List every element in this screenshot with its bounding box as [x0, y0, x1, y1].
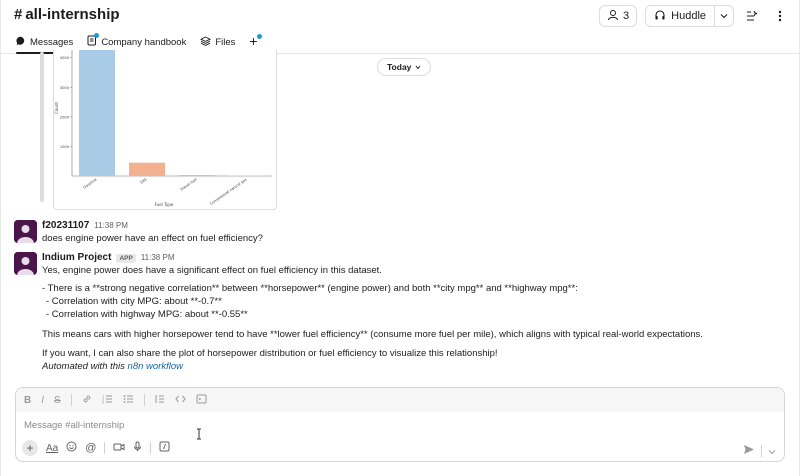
- automation-note: Automated with this n8n workflow: [42, 361, 183, 373]
- chart-y-tick-label: 4000: [60, 56, 70, 60]
- chart-y-label: Count: [54, 102, 59, 114]
- toolbar-divider: [143, 394, 145, 406]
- chart-y-tick-label: 2000: [60, 115, 70, 119]
- chart-x-tick-label: Gasoline: [83, 177, 99, 190]
- canvas-document-icon: [87, 33, 100, 49]
- app-badge: APP: [116, 254, 136, 263]
- svg-text:3: 3: [102, 400, 104, 404]
- person-icon: [607, 9, 619, 24]
- strikethrough-icon[interactable]: S: [54, 395, 61, 406]
- chart-bar: [79, 50, 115, 176]
- message-composer: B I S 123 Message #all-internship + Aa @: [15, 387, 785, 462]
- message-text: does engine power have an effect on fuel…: [42, 233, 263, 244]
- members-button[interactable]: 3: [599, 5, 638, 27]
- message-timestamp[interactable]: 11:38 PM: [94, 221, 128, 230]
- tab-messages[interactable]: Messages: [16, 32, 74, 54]
- chart-bar: [179, 175, 215, 176]
- message-timestamp[interactable]: 11:38 PM: [141, 253, 175, 262]
- message-input[interactable]: Message #all-internship: [24, 420, 124, 431]
- code-icon[interactable]: [175, 394, 186, 407]
- toolbar-divider: [70, 394, 72, 406]
- headphones-icon: [654, 9, 666, 24]
- message-text: Yes, engine power does have a significan…: [42, 265, 382, 276]
- chart-x-label: Fuel Type: [155, 202, 174, 207]
- date-label: Today: [387, 62, 412, 72]
- composer-actions: + Aa @: [22, 440, 170, 456]
- send-divider: [761, 445, 762, 457]
- chart-x-tick-label: Diesel fuel: [180, 178, 198, 192]
- message-text: - Correlation with city MPG: about **-0.…: [46, 296, 222, 307]
- channel-title[interactable]: # all-internship: [14, 6, 120, 23]
- message-text: - Correlation with highway MPG: about **…: [46, 309, 248, 320]
- plus-icon[interactable]: +: [22, 440, 38, 456]
- ordered-list-icon[interactable]: 123: [102, 394, 113, 407]
- send-area: [743, 442, 776, 460]
- chart-x-tick-label: E85: [140, 178, 148, 185]
- canvas-list-icon[interactable]: [742, 6, 762, 26]
- chart-x-tick-label: Compressed natural gas: [209, 177, 247, 205]
- chart-y-tick-label: 3000: [60, 86, 70, 90]
- mention-icon[interactable]: @: [85, 442, 96, 454]
- members-count: 3: [623, 10, 630, 22]
- huddle-label: Huddle: [671, 10, 706, 22]
- chart-bar: [129, 162, 165, 176]
- more-options-icon[interactable]: [770, 6, 790, 26]
- slash-command-icon[interactable]: [159, 441, 170, 455]
- chevron-down-icon[interactable]: [715, 6, 733, 26]
- chart-y-tick-label: 1000: [60, 145, 70, 149]
- microphone-icon[interactable]: [133, 441, 142, 455]
- avatar[interactable]: [14, 252, 37, 275]
- tab-files[interactable]: Files: [200, 32, 235, 52]
- chevron-down-icon[interactable]: [768, 442, 776, 460]
- workflow-link[interactable]: n8n workflow: [128, 361, 183, 372]
- link-icon[interactable]: [82, 394, 92, 407]
- message-text: - There is a **strong negative correlati…: [42, 283, 578, 294]
- avatar[interactable]: [14, 220, 37, 243]
- tab-label: Messages: [30, 36, 74, 48]
- toolbar-divider: [150, 442, 152, 454]
- message-text: If you want, I can also share the plot o…: [42, 348, 498, 359]
- add-tab-button[interactable]: +: [249, 32, 262, 52]
- hash-icon: #: [14, 6, 23, 23]
- bulleted-list-icon[interactable]: [123, 394, 134, 407]
- video-icon[interactable]: [113, 442, 125, 455]
- message-user: f20231107 11:38 PM does engine power hav…: [14, 220, 774, 246]
- attachment-quote-bar: [40, 52, 44, 202]
- chevron-down-icon: [415, 62, 421, 72]
- chart-attachment[interactable]: 1000 2000 3000 4000 Count Gasoline E85 Diesel f…: [53, 50, 277, 210]
- files-stack-icon: [200, 35, 212, 49]
- bar-chart: 1000 2000 3000 4000 Count Gasoline E85 Diesel f…: [54, 50, 272, 207]
- message-bot: Indium Project APP 11:38 PM Yes, engine …: [14, 252, 774, 374]
- channel-header: # all-internship 3 Huddle: [0, 0, 800, 32]
- tab-label: Company handbook: [101, 36, 187, 48]
- unread-dot: [256, 34, 262, 39]
- huddle-button[interactable]: Huddle: [645, 5, 734, 27]
- send-icon[interactable]: [743, 442, 755, 460]
- bold-icon[interactable]: B: [24, 395, 31, 406]
- sender-name[interactable]: Indium Project: [42, 252, 111, 263]
- text-cursor-icon: [196, 427, 202, 440]
- tab-label: Files: [215, 36, 236, 48]
- emoji-icon[interactable]: [66, 441, 77, 455]
- toolbar-divider: [104, 442, 106, 454]
- sender-name[interactable]: f20231107: [42, 220, 89, 231]
- channel-name: all-internship: [25, 6, 120, 23]
- unread-dot: [94, 33, 100, 38]
- tab-company-handbook[interactable]: Company handbook: [87, 32, 186, 52]
- text-format-icon[interactable]: Aa: [46, 443, 58, 454]
- blockquote-icon[interactable]: [155, 394, 165, 407]
- date-divider-pill[interactable]: Today: [377, 58, 432, 76]
- message-text: This means cars with higher horsepower t…: [42, 329, 703, 340]
- formatting-toolbar: B I S 123: [16, 388, 784, 412]
- message-bubble-icon: [16, 36, 26, 49]
- code-block-icon[interactable]: [196, 394, 207, 407]
- italic-icon[interactable]: I: [41, 395, 44, 406]
- automation-prefix: Automated with this: [42, 361, 128, 372]
